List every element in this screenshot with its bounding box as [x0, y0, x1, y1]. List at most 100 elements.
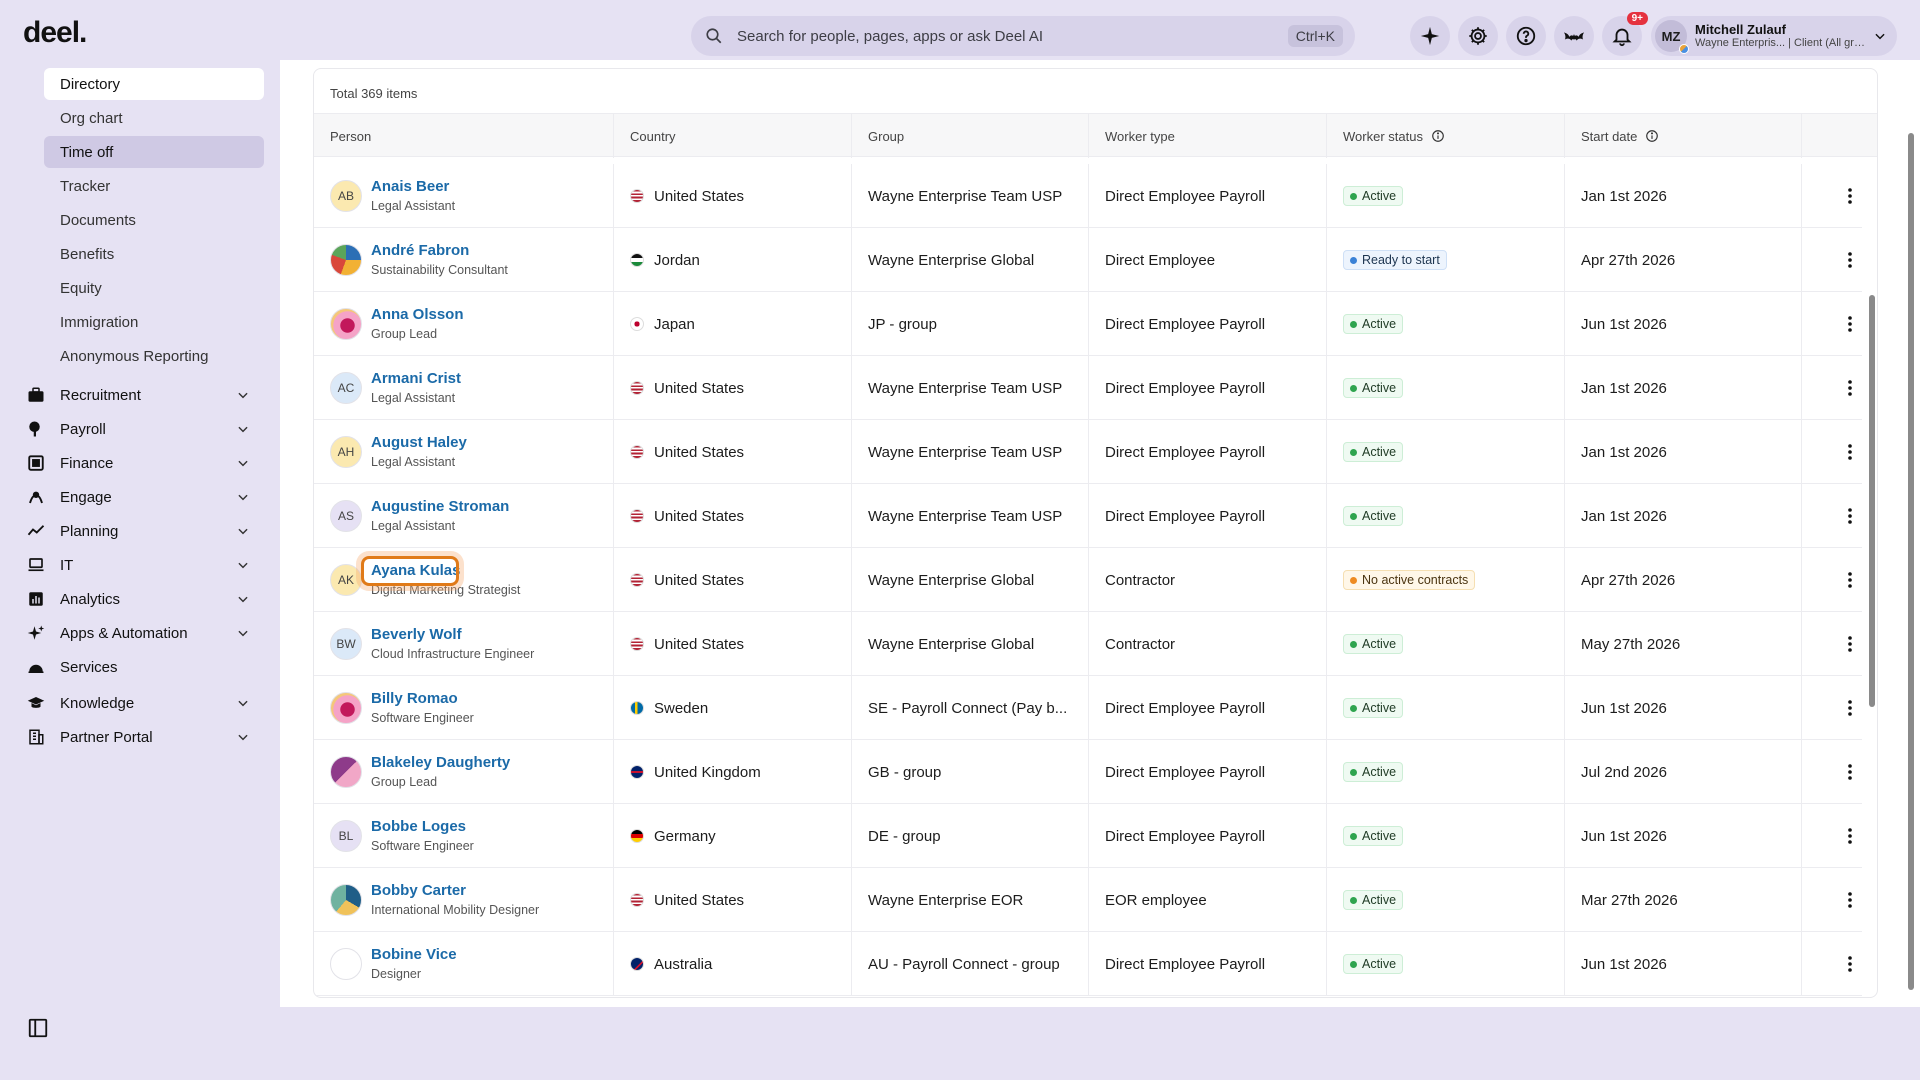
sidebar-section-finance[interactable]: Finance [26, 447, 256, 479]
column-header-start-date[interactable]: Start date [1565, 114, 1802, 158]
person-name-link[interactable]: Armani Crist [371, 369, 461, 389]
notifications-button[interactable]: 9+ [1602, 12, 1648, 56]
sidebar-section-analytics[interactable]: Analytics [26, 583, 256, 615]
person-name-link[interactable]: Anais Beer [371, 177, 455, 197]
sidebar-section-payroll[interactable]: Payroll [26, 413, 256, 445]
table-row[interactable]: Bobby Carter International Mobility Desig… [314, 868, 1862, 932]
engage-icon [29, 491, 43, 504]
column-header-country[interactable]: Country [614, 114, 852, 158]
group-cell: Wayne Enterprise Team USP [852, 420, 1089, 484]
table-row[interactable]: Bobine Vice Designer Australia AU - Payroll… [314, 932, 1862, 996]
row-actions-button[interactable] [1840, 634, 1860, 654]
status-label: Active [1362, 445, 1397, 459]
search-placeholder[interactable]: Search for people, pages, apps or ask De… [737, 28, 1288, 45]
sidebar-item-equity[interactable]: Equity [44, 272, 264, 304]
sidebar-section-planning[interactable]: Planning [26, 515, 256, 547]
row-actions-button[interactable] [1840, 186, 1860, 206]
table-scrollbar-thumb[interactable] [1869, 295, 1875, 707]
row-actions-button[interactable] [1840, 570, 1860, 590]
sidebar-collapse-icon[interactable] [27, 1017, 49, 1039]
status-label: Active [1362, 893, 1397, 907]
sidebar-section-recruitment[interactable]: Recruitment [26, 379, 256, 411]
row-actions-button[interactable] [1840, 314, 1860, 334]
row-actions-button[interactable] [1840, 890, 1860, 910]
person-name-link[interactable]: Anna Olsson [371, 305, 464, 325]
column-header-person[interactable]: Person [314, 114, 614, 158]
row-actions-button[interactable] [1840, 698, 1860, 718]
sidebar-section-label: Recruitment [60, 386, 141, 404]
person-info: André Fabron Sustainability Consultant [371, 241, 508, 278]
more-vertical-icon [1848, 252, 1852, 268]
table-row[interactable]: AK Ayana Kulas Digital Marketing Strategis… [314, 548, 1862, 612]
start-date-cell: Jun 1st 2026 [1565, 292, 1802, 356]
row-actions-button[interactable] [1840, 378, 1860, 398]
table-row[interactable]: AC Armani Crist Legal Assistant United Stat… [314, 356, 1862, 420]
info-icon[interactable] [1645, 129, 1659, 143]
person-name-link[interactable]: Bobine Vice [371, 945, 457, 965]
sidebar-item-benefits[interactable]: Benefits [44, 238, 264, 270]
person-cell: Bobby Carter International Mobility Desig… [314, 868, 614, 932]
status-dot-icon [1350, 832, 1357, 840]
person-name-link[interactable]: Blakeley Daugherty [371, 753, 510, 773]
sidebar-section-partner-portal[interactable]: Partner Portal [26, 721, 256, 753]
table-row[interactable]: AS Augustine Stroman Legal Assistant United… [314, 484, 1862, 548]
column-label: Start date [1581, 128, 1638, 144]
table-row[interactable]: André Fabron Sustainability Consultant Jor… [314, 228, 1862, 292]
table-row[interactable]: Anna Olsson Group Lead Japan JP - group Dire… [314, 292, 1862, 356]
sidebar-section-knowledge[interactable]: Knowledge [26, 687, 256, 719]
row-actions-button[interactable] [1840, 954, 1860, 974]
person-info: Beverly Wolf Cloud Infrastructure Enginee… [371, 625, 534, 662]
sidebar-item-immigration[interactable]: Immigration [44, 306, 264, 338]
sidebar-item-documents[interactable]: Documents [44, 204, 264, 236]
column-header-group[interactable]: Group [852, 114, 1089, 158]
row-actions-button[interactable] [1840, 506, 1860, 526]
sidebar-section-services[interactable]: Services [26, 651, 256, 683]
page-scrollbar-thumb[interactable] [1908, 133, 1914, 990]
sidebar-item-tracker[interactable]: Tracker [44, 170, 264, 202]
search-bar[interactable]: Search for people, pages, apps or ask De… [691, 16, 1355, 56]
table-row[interactable]: Blakeley Daugherty Group Lead United Kingd… [314, 740, 1862, 804]
person-name-link[interactable]: Bobby Carter [371, 881, 539, 901]
person-name-link[interactable]: Billy Romao [371, 689, 474, 709]
status-label: Ready to start [1362, 253, 1440, 267]
person-name-link[interactable]: August Haley [371, 433, 467, 453]
status-dot-icon [1350, 896, 1357, 904]
sidebar-item-time-off[interactable]: Time off [44, 136, 264, 168]
table-row[interactable]: BL Bobbe Loges Software Engineer Germany DE … [314, 804, 1862, 868]
row-actions-button[interactable] [1840, 762, 1860, 782]
sidebar-section-apps-automation[interactable]: Apps & Automation [26, 617, 256, 649]
sidebar-section-it[interactable]: IT [26, 549, 256, 581]
chevron-down-icon [238, 392, 248, 399]
person-name-link[interactable]: Augustine Stroman [371, 497, 509, 517]
person-role: Cloud Infrastructure Engineer [371, 646, 535, 661]
avatar: AB [330, 180, 362, 212]
row-actions-button[interactable] [1840, 250, 1860, 270]
help-button[interactable] [1506, 16, 1546, 56]
user-menu[interactable]: MZ Mitchell Zulauf Wayne Enterpris... | … [1651, 16, 1897, 56]
info-icon[interactable] [1431, 129, 1445, 143]
row-actions-button[interactable] [1840, 442, 1860, 462]
deel-logo[interactable]: deel. [23, 16, 87, 50]
person-name-link[interactable]: Bobbe Loges [371, 817, 474, 837]
row-actions-button[interactable] [1840, 826, 1860, 846]
person-name-link[interactable]: André Fabron [371, 241, 508, 261]
bat-theme-button[interactable] [1554, 16, 1594, 56]
settings-button[interactable] [1458, 16, 1498, 56]
start-date-cell: Jan 1st 2026 [1565, 484, 1802, 548]
column-header-worker-type[interactable]: Worker type [1089, 114, 1327, 158]
table-row[interactable]: BW Beverly Wolf Cloud Infrastructure Engin… [314, 612, 1862, 676]
person-name-link[interactable]: Beverly Wolf [371, 625, 534, 645]
worker-status-cell: No active contracts [1327, 548, 1565, 612]
sidebar-item-directory[interactable]: Directory [44, 68, 264, 100]
column-header-worker-status[interactable]: Worker status [1327, 114, 1565, 158]
sidebar-section-engage[interactable]: Engage [26, 481, 256, 513]
more-vertical-icon [1848, 892, 1852, 908]
ai-sparkle-button[interactable] [1410, 16, 1450, 56]
worker-type-cell: Direct Employee Payroll [1089, 676, 1327, 740]
table-row[interactable]: Billy Romao Software Engineer Sweden SE - P… [314, 676, 1862, 740]
table-row[interactable]: AH August Haley Legal Assistant United Stat… [314, 420, 1862, 484]
sidebar-item-org-chart[interactable]: Org chart [44, 102, 264, 134]
sidebar-item-anonymous-reporting[interactable]: Anonymous Reporting [44, 340, 264, 372]
flag-icon [630, 829, 644, 843]
table-row[interactable]: AB Anais Beer Legal Assistant United States… [314, 164, 1862, 228]
